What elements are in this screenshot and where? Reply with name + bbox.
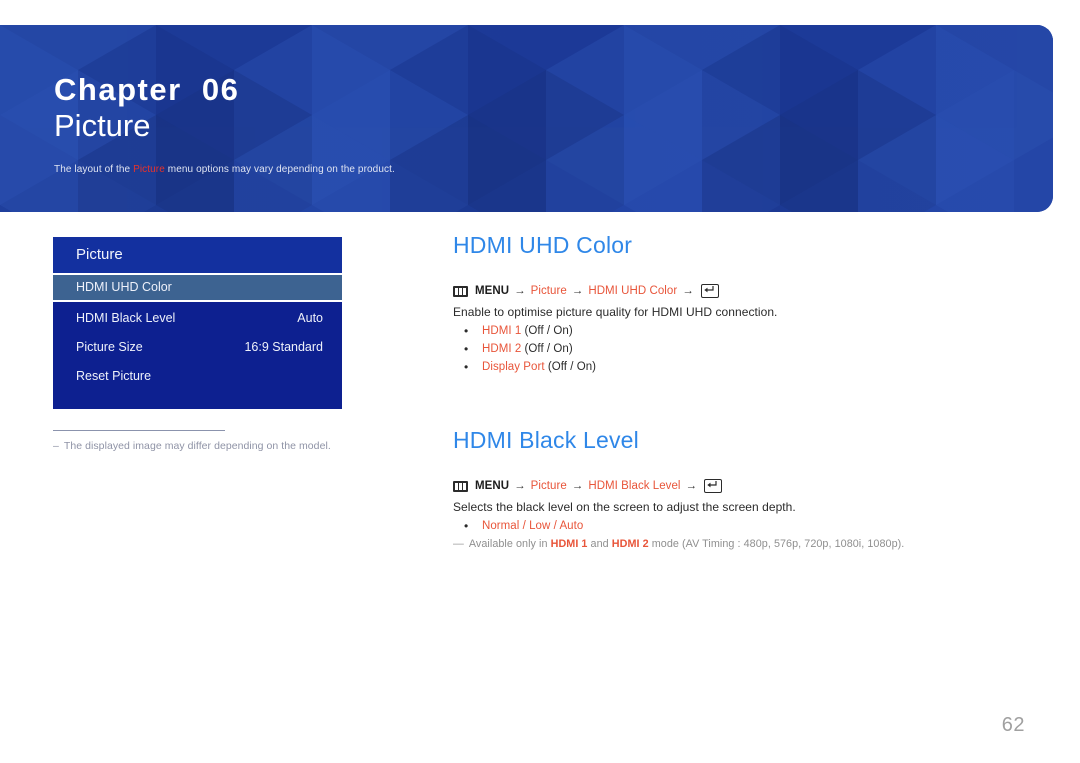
breadcrumb: MENU → Picture → HDMI UHD Color → xyxy=(453,284,1013,298)
option-item: Display Port (Off / On) xyxy=(453,360,1013,374)
option-name: HDMI 1 xyxy=(482,325,522,337)
options-list: Normal / Low / Auto xyxy=(453,519,1013,533)
option-item: HDMI 1 (Off / On) xyxy=(453,324,1013,338)
options-list: HDMI 1 (Off / On) HDMI 2 (Off / On) Disp… xyxy=(453,324,1013,374)
menu-icon xyxy=(453,285,468,297)
banner-note-prefix: The layout of the xyxy=(54,163,134,175)
breadcrumb-menu-label: MENU xyxy=(475,480,510,492)
subnote-part-1: Available only in xyxy=(468,538,551,550)
option-item: Normal / Low / Auto xyxy=(453,519,1013,533)
breadcrumb-arrow: → xyxy=(571,285,584,297)
section-description: Enable to optimise picture quality for H… xyxy=(453,305,778,319)
breadcrumb-crumb-2: HDMI Black Level xyxy=(588,480,681,492)
subnote-part-3: mode (AV Timing : 480p, 576p, 720p, 1080… xyxy=(648,538,905,550)
breadcrumb-crumb-2: HDMI UHD Color xyxy=(588,285,678,297)
option-name: HDMI 2 xyxy=(482,343,522,355)
breadcrumb-crumb-1: Picture xyxy=(530,480,567,492)
breadcrumb-menu-label: MENU xyxy=(475,285,510,297)
osd-row-value: Auto xyxy=(297,311,323,325)
osd-bottom-padding xyxy=(53,391,342,409)
breadcrumb-arrow: → xyxy=(685,480,698,492)
option-name: Normal / Low / Auto xyxy=(482,520,584,532)
subnote-red-1: HDMI 1 xyxy=(550,538,588,550)
subnote-dash: — xyxy=(453,538,464,550)
chapter-label: Chapter 06 xyxy=(54,72,240,107)
banner-note-suffix: menu options may vary depending on the p… xyxy=(164,163,395,175)
banner-note: The layout of the Picture menu options m… xyxy=(54,164,395,175)
option-item: HDMI 2 (Off / On) xyxy=(453,342,1013,356)
osd-row-reset-picture[interactable]: Reset Picture xyxy=(53,362,342,391)
enter-icon xyxy=(704,479,723,493)
enter-icon xyxy=(700,284,719,298)
osd-menu-header: Picture xyxy=(53,237,342,273)
section-title: HDMI UHD Color xyxy=(453,232,633,258)
menu-icon xyxy=(453,480,468,492)
breadcrumb-arrow: → xyxy=(571,480,584,492)
osd-row-picture-size[interactable]: Picture Size 16:9 Standard xyxy=(53,333,342,362)
osd-row-hdmi-black-level[interactable]: HDMI Black Level Auto xyxy=(53,304,342,333)
section-hdmi-black-level: HDMI Black Level MENU → Picture → HDMI B… xyxy=(453,427,1013,550)
breadcrumb: MENU → Picture → HDMI Black Level → xyxy=(453,479,1013,493)
breadcrumb-arrow: → xyxy=(514,480,526,492)
section-subnote: — Available only in HDMI 1 and HDMI 2 mod… xyxy=(453,538,1013,550)
osd-row-label: HDMI UHD Color xyxy=(76,280,172,294)
subnote-red-2: HDMI 2 xyxy=(611,538,649,550)
option-values: (Off / On) xyxy=(524,325,573,337)
subnote-part-2: and xyxy=(587,538,612,550)
page-number: 62 xyxy=(1001,714,1025,736)
footnote-body: The displayed image may differ depending… xyxy=(63,440,331,452)
option-values: (Off / On) xyxy=(524,343,573,355)
option-name: Display Port xyxy=(482,361,545,373)
content-column: HDMI UHD Color MENU → Picture → HDMI UHD… xyxy=(453,232,1013,550)
footnote-divider xyxy=(53,430,225,431)
breadcrumb-arrow: → xyxy=(514,285,526,297)
footnote-text: – The displayed image may differ dependin… xyxy=(53,440,353,452)
option-values: (Off / On) xyxy=(547,361,597,373)
osd-row-label: Picture Size xyxy=(76,340,143,354)
osd-row-hdmi-uhd-color[interactable]: HDMI UHD Color xyxy=(53,273,342,302)
chapter-title: Picture xyxy=(54,107,151,143)
chapter-banner: Chapter 06 Picture The layout of the Pic… xyxy=(0,25,1053,212)
breadcrumb-arrow: → xyxy=(682,285,694,297)
osd-row-label: Reset Picture xyxy=(76,369,152,383)
osd-row-label: HDMI Black Level xyxy=(76,311,176,325)
left-footnote: – The displayed image may differ dependin… xyxy=(53,430,353,452)
banner-text-group: Chapter 06 Picture The layout of the Pic… xyxy=(54,71,395,175)
section-description: Selects the black level on the screen to… xyxy=(453,500,796,514)
footnote-dash: – xyxy=(53,440,59,452)
section-title: HDMI Black Level xyxy=(453,427,639,453)
banner-note-highlight: Picture xyxy=(133,163,165,175)
osd-row-value: 16:9 Standard xyxy=(244,340,323,354)
breadcrumb-crumb-1: Picture xyxy=(530,285,567,297)
osd-menu-panel: Picture HDMI UHD Color HDMI Black Level … xyxy=(53,237,342,409)
section-hdmi-uhd-color: HDMI UHD Color MENU → Picture → HDMI UHD… xyxy=(453,232,1013,374)
